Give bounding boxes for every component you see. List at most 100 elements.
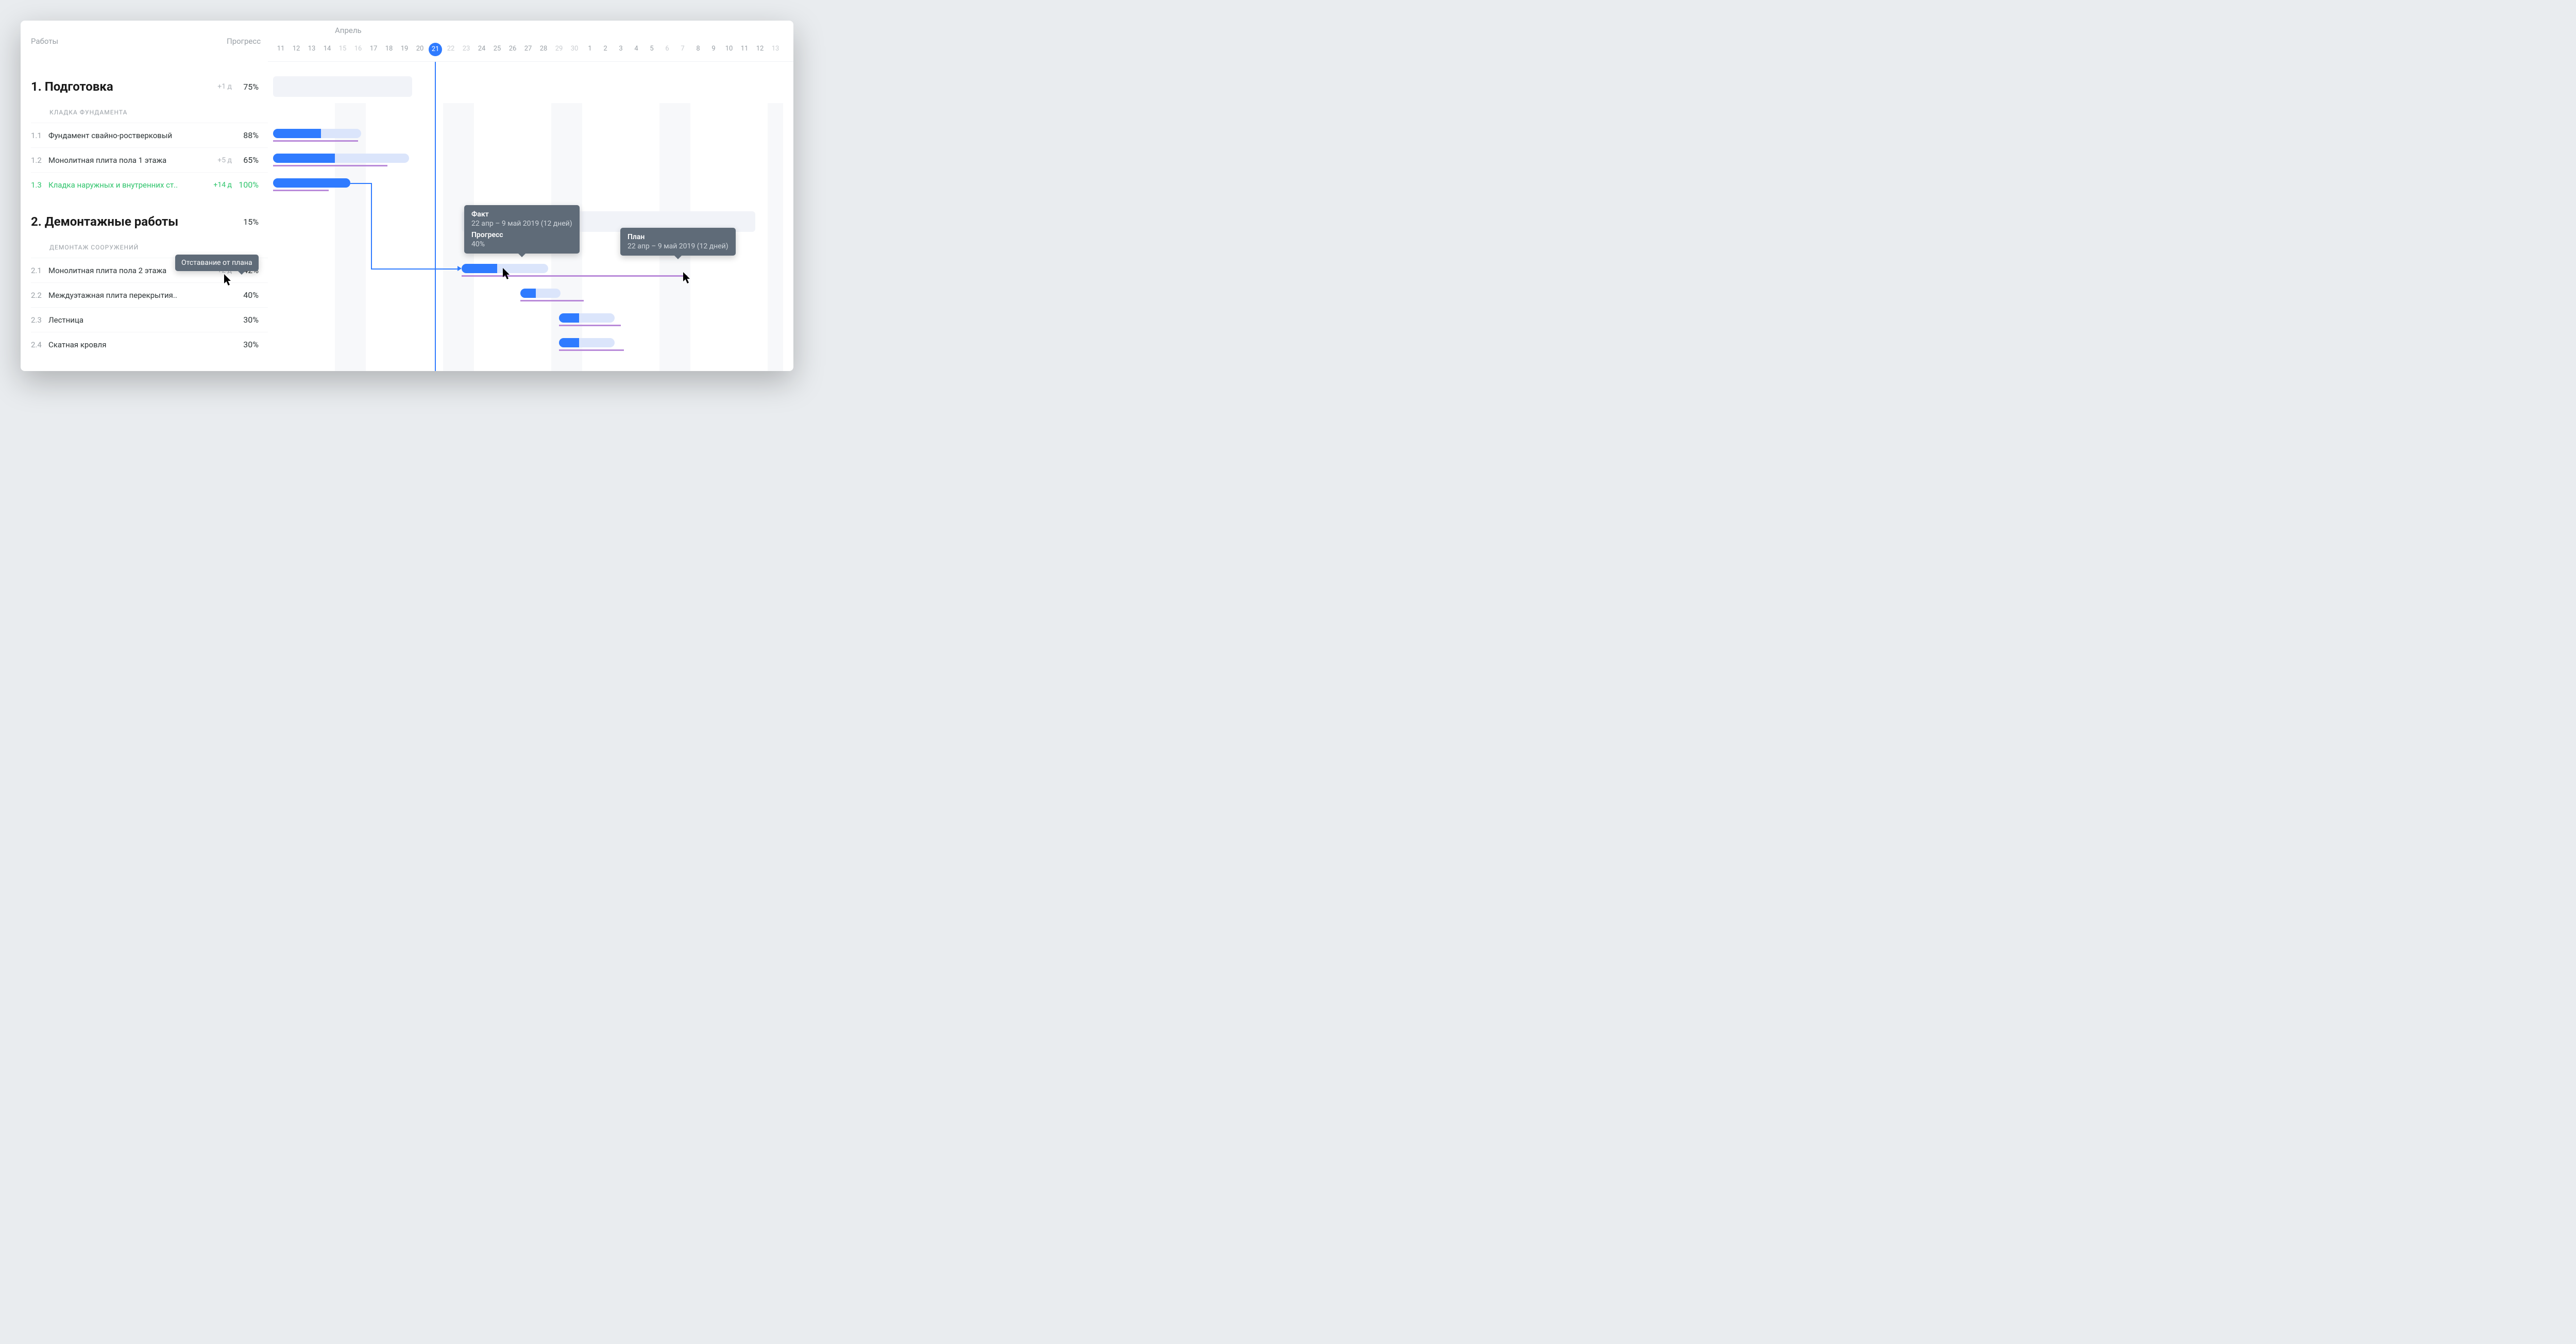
task-row[interactable]: 1.3 Кладка наружных и внутренних ст.. +1…: [31, 172, 268, 197]
dependency-line: [371, 268, 457, 270]
task-bar[interactable]: [273, 154, 409, 163]
task-index: 1.3: [31, 180, 48, 190]
section-row[interactable]: 1. Подготовка +1 д 75%: [31, 71, 268, 102]
task-progress: 30%: [232, 315, 268, 325]
day-cell[interactable]: 19: [397, 43, 412, 55]
section-title: Демонтажные работы: [45, 214, 201, 229]
col-works: Работы: [31, 37, 227, 46]
task-index: 2.2: [31, 291, 48, 300]
task-row[interactable]: 2.2 Междуэтажная плита перекрытия.. 40%: [31, 282, 268, 307]
task-row[interactable]: 1.1 Фундамент свайно-ростверковый 88%: [31, 123, 268, 147]
plan-line[interactable]: [273, 140, 358, 142]
day-cell[interactable]: 22: [443, 43, 459, 55]
task-name: Монолитная плита пола 1 этажа: [48, 156, 201, 165]
day-cell[interactable]: 30: [567, 43, 582, 55]
gantt-section-row: [268, 71, 793, 102]
gantt-task-row: [268, 258, 793, 282]
task-bar-fill: [273, 129, 321, 138]
task-name: Кладка наружных и внутренних ст..: [48, 180, 201, 190]
task-bar[interactable]: [273, 178, 350, 188]
dependency-arrow-icon: [457, 266, 462, 271]
gantt-rows: Факт 22 апр – 9 май 2019 (12 дней) Прогр…: [268, 62, 793, 357]
gantt-subgroup-row: [268, 102, 793, 123]
task-bar-fill: [559, 338, 579, 347]
gantt-panel[interactable]: Апрель 111213141516171819202122232425262…: [268, 21, 793, 371]
day-cell[interactable]: 20: [412, 43, 428, 55]
gantt-task-row: [268, 147, 793, 172]
task-bar[interactable]: [520, 289, 561, 298]
tooltip-value: 40%: [471, 240, 572, 248]
day-cell[interactable]: 28: [536, 43, 551, 55]
plan-line[interactable]: [520, 300, 584, 301]
tooltip-title: Прогресс: [471, 231, 572, 239]
tooltip-title: Факт: [471, 210, 572, 219]
gantt-task-row: [268, 123, 793, 147]
day-cell[interactable]: 26: [505, 43, 520, 55]
gantt-task-row: [268, 307, 793, 332]
day-cell[interactable]: 13: [768, 43, 783, 55]
day-cell[interactable]: 14: [319, 43, 335, 55]
dependency-line: [350, 183, 371, 184]
task-bar[interactable]: [273, 129, 361, 138]
day-cell[interactable]: 17: [366, 43, 381, 55]
plan-line[interactable]: [273, 165, 387, 166]
day-cell[interactable]: 1: [582, 43, 598, 55]
day-cell[interactable]: 12: [752, 43, 768, 55]
day-cell[interactable]: 15: [335, 43, 350, 55]
day-cell[interactable]: 10: [721, 43, 737, 55]
plan-line[interactable]: [559, 325, 621, 326]
day-cell[interactable]: 24: [474, 43, 489, 55]
day-cell[interactable]: 11: [273, 43, 289, 55]
task-bar[interactable]: [559, 338, 615, 347]
task-bar-fill: [273, 178, 350, 188]
task-bar[interactable]: [559, 313, 615, 323]
day-cell[interactable]: 18: [381, 43, 397, 55]
section-shade: [273, 76, 412, 97]
task-progress: 40%: [232, 290, 268, 300]
day-cell[interactable]: 27: [520, 43, 536, 55]
day-cell[interactable]: 3: [613, 43, 629, 55]
task-index: 2.3: [31, 315, 48, 325]
task-index: 2.1: [31, 266, 48, 275]
task-row[interactable]: 1.2 Монолитная плита пола 1 этажа +5 д 6…: [31, 147, 268, 172]
tooltip-plan: План 22 апр – 9 май 2019 (12 дней): [620, 228, 736, 256]
task-index: 1.1: [31, 131, 48, 140]
task-progress: 88%: [232, 130, 268, 140]
day-cell[interactable]: 5: [644, 43, 659, 55]
task-bar-fill: [462, 264, 497, 273]
month-label: Апрель: [335, 26, 362, 35]
day-cell[interactable]: 16: [350, 43, 366, 55]
today-line: [435, 62, 436, 371]
day-cell[interactable]: 25: [489, 43, 505, 55]
task-name: Междуэтажная плита перекрытия..: [48, 291, 201, 300]
gantt-card: Работы Прогресс 1. Подготовка +1 д 75% К…: [21, 21, 793, 371]
gantt-task-row: [268, 332, 793, 357]
day-cell[interactable]: 6: [659, 43, 675, 55]
day-cell[interactable]: 21: [429, 43, 442, 56]
task-bar[interactable]: [462, 264, 548, 273]
task-row[interactable]: 2.3 Лестница 30%: [31, 307, 268, 332]
day-cell[interactable]: 2: [598, 43, 613, 55]
day-cell[interactable]: 8: [690, 43, 706, 55]
task-progress: 30%: [232, 340, 268, 349]
tooltip-range: 22 апр – 9 май 2019 (12 дней): [471, 220, 572, 228]
task-row[interactable]: 2.4 Скатная кровля 30%: [31, 332, 268, 357]
day-cell[interactable]: 12: [289, 43, 304, 55]
day-cell[interactable]: 9: [706, 43, 721, 55]
day-cell[interactable]: 4: [629, 43, 644, 55]
day-cell[interactable]: 23: [459, 43, 474, 55]
task-bar-fill: [520, 289, 536, 298]
day-cell[interactable]: 7: [675, 43, 690, 55]
col-progress: Прогресс: [227, 37, 268, 46]
section-title: Подготовка: [45, 79, 201, 94]
task-bar-fill: [273, 154, 335, 163]
day-cell[interactable]: 11: [737, 43, 752, 55]
plan-line[interactable]: [462, 275, 687, 277]
day-cell[interactable]: 13: [304, 43, 319, 55]
task-name: Лестница: [48, 315, 201, 325]
plan-line[interactable]: [273, 190, 329, 191]
day-cell[interactable]: 29: [551, 43, 567, 55]
plan-line[interactable]: [559, 349, 624, 351]
section-row[interactable]: 2. Демонтажные работы 15%: [31, 206, 268, 237]
tooltip-delay: Отставание от плана: [175, 255, 259, 271]
